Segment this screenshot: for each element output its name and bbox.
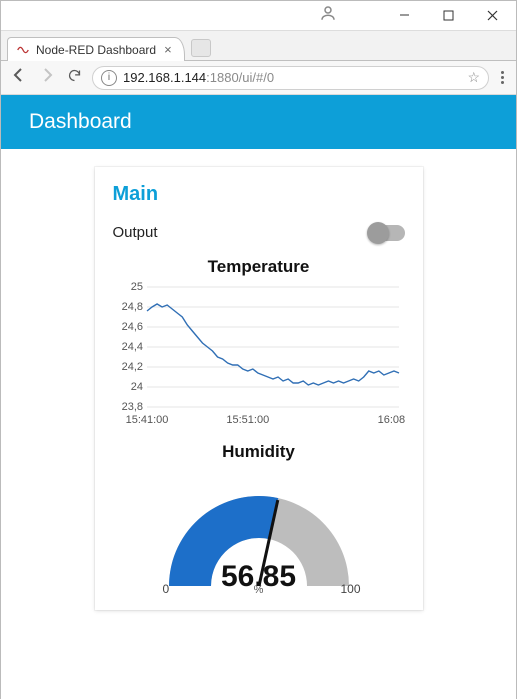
browser-tabstrip: Node-RED Dashboard × [1, 31, 516, 61]
card-title: Main [113, 183, 405, 206]
svg-text:24,4: 24,4 [121, 341, 142, 353]
output-row: Output [113, 220, 405, 251]
output-label: Output [113, 224, 158, 241]
svg-text:23,8: 23,8 [121, 401, 142, 413]
user-icon[interactable] [314, 4, 342, 27]
app-title: Dashboard [29, 110, 132, 134]
browser-tab[interactable]: Node-RED Dashboard × [7, 37, 185, 61]
svg-text:24: 24 [130, 381, 142, 393]
tab-title: Node-RED Dashboard [36, 43, 156, 57]
switch-knob [367, 222, 389, 244]
back-button[interactable] [9, 65, 29, 90]
url-host: 192.168.1.144 [123, 70, 206, 85]
svg-text:25: 25 [130, 281, 142, 293]
reload-button[interactable] [65, 66, 84, 90]
page-body: Dashboard Main Output Temperature 25 24,8… [1, 95, 516, 700]
minimize-button[interactable] [382, 1, 426, 31]
address-bar[interactable]: i 192.168.1.144:1880/ui/#/0 ☆ [92, 66, 489, 90]
output-switch[interactable] [369, 225, 405, 241]
nodered-icon [16, 43, 30, 57]
window-titlebar [1, 1, 516, 31]
svg-text:24,6: 24,6 [121, 321, 142, 333]
browser-menu-button[interactable] [497, 69, 508, 86]
gauge-min: 0 [163, 582, 170, 596]
close-button[interactable] [470, 1, 514, 31]
bookmark-icon[interactable]: ☆ [467, 69, 480, 86]
site-info-icon[interactable]: i [101, 70, 117, 86]
forward-button[interactable] [37, 65, 57, 90]
app-bar: Dashboard [1, 95, 516, 149]
new-tab-button[interactable] [191, 39, 211, 57]
svg-text:15:51:00: 15:51:00 [226, 414, 269, 426]
svg-text:16:08:00: 16:08:00 [377, 414, 404, 426]
humidity-gauge-wrap: 56.85 0 100 % [113, 466, 405, 594]
maximize-button[interactable] [426, 1, 470, 31]
main-card: Main Output Temperature 25 24,8 24,6 24,4 24… [95, 167, 423, 610]
tab-close-icon[interactable]: × [162, 42, 174, 57]
browser-toolbar: i 192.168.1.144:1880/ui/#/0 ☆ [1, 61, 516, 95]
temperature-title: Temperature [113, 257, 405, 277]
temperature-chart: 25 24,8 24,6 24,4 24,2 24 23,8 15:41:00 15:51:0… [113, 281, 405, 431]
svg-text:24,8: 24,8 [121, 301, 142, 313]
url-path: :1880/ui/#/0 [206, 70, 274, 85]
svg-text:15:41:00: 15:41:00 [125, 414, 168, 426]
gauge-unit: % [254, 584, 264, 596]
svg-text:24,2: 24,2 [121, 361, 142, 373]
humidity-title: Humidity [113, 442, 405, 462]
gauge-max: 100 [340, 582, 360, 596]
